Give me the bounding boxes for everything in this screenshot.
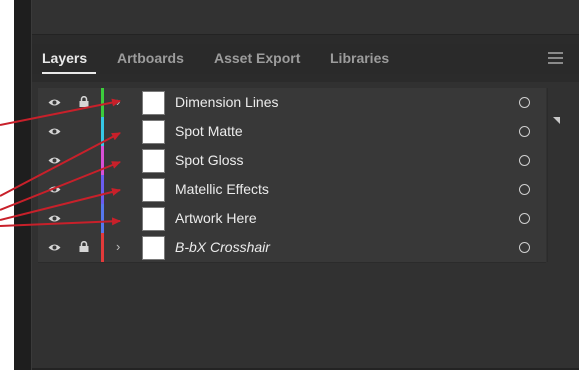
annotation-arrow [0,188,121,221]
annotation-arrows [0,98,121,227]
annotation-arrow [0,98,121,126]
annotation-arrow [0,217,121,227]
